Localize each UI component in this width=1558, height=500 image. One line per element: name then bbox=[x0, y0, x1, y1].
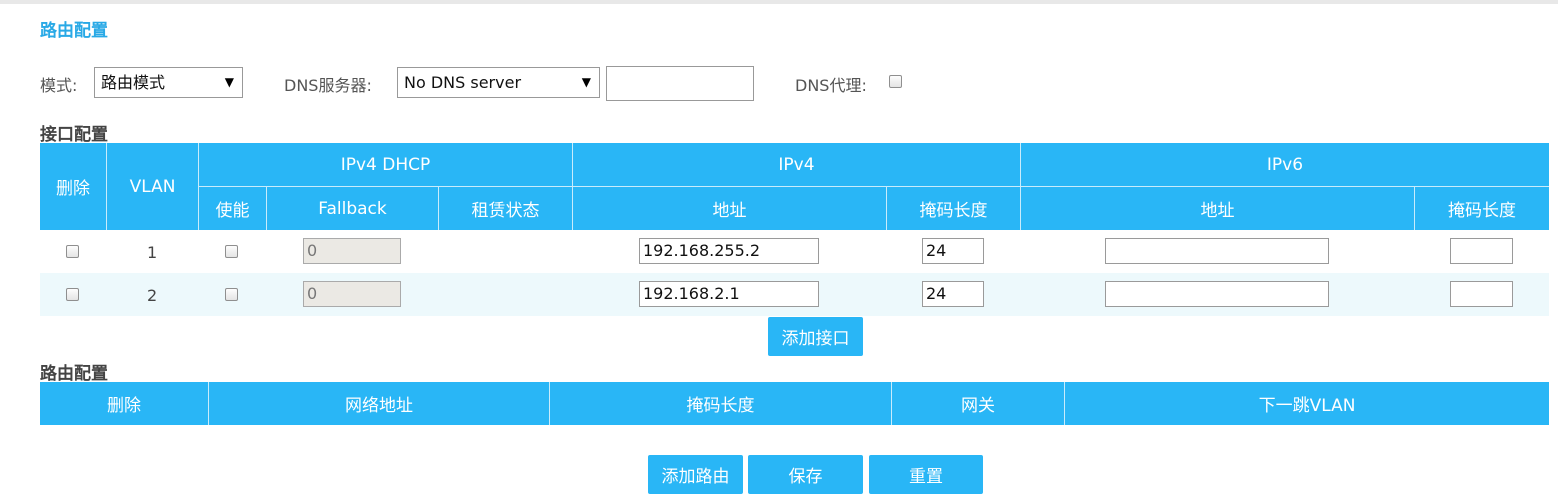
dns-label: DNS服务器: bbox=[284, 76, 372, 95]
col-vlan: VLAN bbox=[129, 176, 176, 197]
ipv6-address-input[interactable] bbox=[1105, 238, 1329, 264]
mode-select[interactable]: 路由模式 ▼ bbox=[94, 67, 243, 98]
row-delete-checkbox[interactable] bbox=[66, 288, 79, 301]
ipv6-address-input[interactable] bbox=[1105, 281, 1329, 307]
page-title: 路由配置 bbox=[40, 21, 108, 41]
save-button[interactable]: 保存 bbox=[748, 455, 863, 494]
col-next-hop-vlan: 下一跳VLAN bbox=[1258, 396, 1356, 416]
col-ipv4-address: 地址 bbox=[712, 201, 747, 221]
top-border bbox=[0, 0, 1558, 4]
row-delete-checkbox[interactable] bbox=[66, 245, 79, 258]
dns-select-value: No DNS server bbox=[404, 73, 522, 92]
col-ipv4-dhcp: IPv4 DHCP bbox=[340, 154, 431, 175]
dns-server-input[interactable] bbox=[606, 66, 754, 101]
dhcp-enable-checkbox[interactable] bbox=[225, 288, 238, 301]
mode-label: 模式: bbox=[40, 76, 78, 95]
ipv4-mask-input[interactable]: 24 bbox=[922, 238, 984, 264]
ipv4-mask-input[interactable]: 24 bbox=[922, 281, 984, 307]
col-ipv4-mask: 掩码长度 bbox=[919, 201, 988, 221]
reset-button[interactable]: 重置 bbox=[869, 455, 983, 494]
col-route-delete: 删除 bbox=[107, 396, 141, 416]
dns-proxy-label: DNS代理: bbox=[795, 76, 867, 95]
col-enable: 使能 bbox=[215, 201, 250, 221]
fallback-input[interactable]: 0 bbox=[303, 281, 401, 307]
col-network-address: 网络地址 bbox=[345, 396, 413, 416]
col-ipv6-address: 地址 bbox=[1200, 201, 1235, 221]
ipv6-mask-input[interactable] bbox=[1450, 238, 1513, 264]
vlan-value: 1 bbox=[147, 243, 158, 262]
ipv4-address-input[interactable]: 192.168.255.2 bbox=[639, 238, 819, 264]
interface-section-title: 接口配置 bbox=[40, 125, 108, 145]
col-ipv4: IPv4 bbox=[778, 154, 815, 175]
dhcp-enable-checkbox[interactable] bbox=[225, 245, 238, 258]
dns-select[interactable]: No DNS server ▼ bbox=[397, 67, 600, 98]
col-ipv6-mask: 掩码长度 bbox=[1448, 201, 1516, 221]
col-route-mask: 掩码长度 bbox=[686, 396, 755, 416]
mode-select-value: 路由模式 bbox=[101, 73, 166, 92]
col-fallback: Fallback bbox=[318, 198, 387, 219]
col-delete: 删除 bbox=[56, 179, 90, 199]
col-ipv6: IPv6 bbox=[1266, 154, 1304, 175]
col-lease-status: 租赁状态 bbox=[471, 201, 540, 221]
add-route-button[interactable]: 添加路由 bbox=[648, 455, 743, 494]
chevron-down-icon: ▼ bbox=[581, 75, 591, 89]
add-interface-button[interactable]: 添加接口 bbox=[768, 317, 863, 356]
ipv4-address-input[interactable]: 192.168.2.1 bbox=[639, 281, 819, 307]
route-section-title: 路由配置 bbox=[40, 364, 108, 384]
fallback-input[interactable]: 0 bbox=[303, 238, 401, 264]
ipv6-mask-input[interactable] bbox=[1450, 281, 1513, 307]
col-gateway: 网关 bbox=[961, 396, 995, 416]
vlan-value: 2 bbox=[147, 286, 158, 305]
chevron-down-icon: ▼ bbox=[224, 75, 234, 89]
dns-proxy-checkbox[interactable] bbox=[889, 75, 902, 88]
